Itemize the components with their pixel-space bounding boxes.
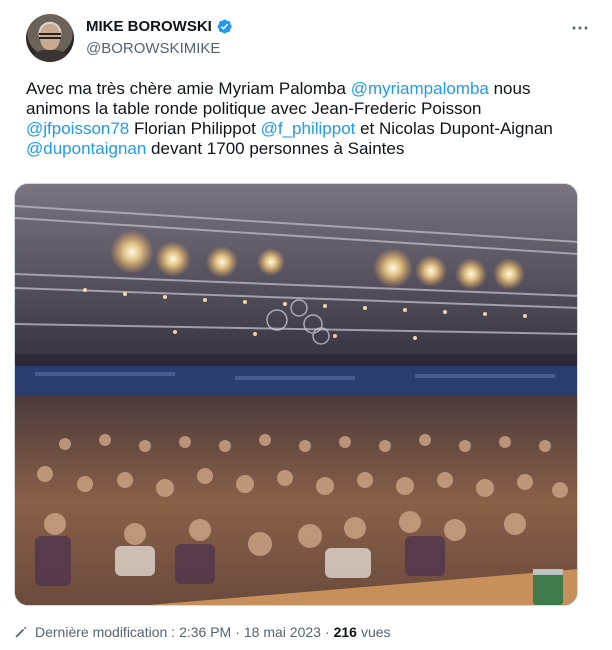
avatar-glasses [39,33,61,39]
tweet-text-segment: et Nicolas Dupont-Aignan [355,119,553,138]
views-count: 216 [333,624,357,640]
mention-link[interactable]: @jfpoisson78 [26,119,129,138]
avatar[interactable] [26,14,74,62]
avatar-shirt [32,50,68,62]
crowd-photo-icon [15,184,577,605]
tweet-text: Avec ma très chère amie Myriam Palomba @… [26,79,586,159]
mention-link[interactable]: @f_philippot [261,119,356,138]
pencil-icon [15,626,27,638]
more-options-icon[interactable]: ⋯ [571,18,590,39]
tweet-meta: Dernière modification : 2:36 PM · 18 mai… [14,624,391,640]
edited-label[interactable]: Dernière modification : [35,624,175,640]
views-label: vues [360,624,391,640]
meta-separator: · [235,624,240,640]
mention-link[interactable]: @dupontaignan [26,139,146,158]
author-name[interactable]: MIKE BOROWSKI [86,18,212,35]
tweet-text-segment: Florian Philippot [129,119,261,138]
tweet-text-segment: devant 1700 personnes à Saintes [146,139,405,158]
tweet-text-segment: Avec ma très chère amie Myriam Palomba [26,79,351,98]
author-handle[interactable]: @BOROWSKIMIKE [86,40,220,57]
tweet-photo[interactable] [14,183,578,606]
author-name-row: MIKE BOROWSKI [86,18,233,35]
tweet-date[interactable]: 18 mai 2023 [244,624,321,640]
verified-badge-icon [217,19,232,34]
tweet-time[interactable]: 2:36 PM [179,624,231,640]
mention-link[interactable]: @myriampalomba [351,79,489,98]
meta-separator: · [324,624,330,640]
